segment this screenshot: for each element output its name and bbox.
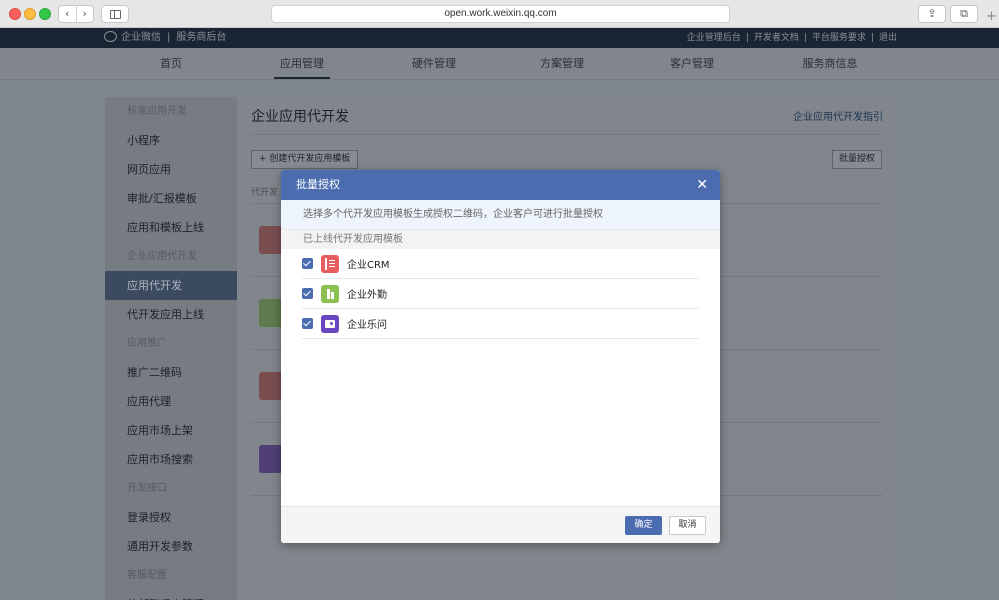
site-header: 企业微信 | 服务商后台 企业管理后台 | 开发者文档 | 平台服务要求 | 退出: [0, 28, 999, 48]
nav-item-provider-info[interactable]: 服务商信息: [790, 48, 870, 80]
address-bar[interactable]: open.work.weixin.qq.com: [271, 5, 730, 23]
sidebar-item-external-contacts[interactable]: 外部联系人管理: [105, 590, 237, 600]
brand-name: 企业微信: [121, 32, 161, 43]
browser-toolbar: ‹ › open.work.weixin.qq.com ⇪ ⧉ +: [0, 0, 999, 28]
header-links: 企业管理后台 | 开发者文档 | 平台服务要求 | 退出: [687, 31, 897, 45]
maximize-window-button[interactable]: [39, 8, 51, 20]
main-nav: 首页 应用管理 硬件管理 方案管理 客户管理 服务商信息: [0, 48, 999, 80]
create-template-button[interactable]: + 创建代开发应用模板: [251, 150, 359, 169]
brand-subtitle: 服务商后台: [176, 32, 227, 43]
sidebar-item-login-auth[interactable]: 登录授权: [105, 503, 237, 532]
sidebar-item-app-agent[interactable]: 应用代理: [105, 387, 237, 416]
checkbox-crm[interactable]: [302, 258, 313, 269]
dialog-description: 选择多个代开发应用模板生成授权二维码，企业客户可进行批量授权: [281, 200, 720, 230]
sidebar-group-custom-dev: 企业应用代开发: [127, 251, 197, 262]
sidebar-item-mini-program[interactable]: 小程序: [105, 126, 237, 155]
nav-item-home[interactable]: 首页: [131, 48, 211, 80]
close-window-button[interactable]: [9, 8, 21, 20]
guide-link[interactable]: 企业应用代开发指引: [793, 108, 883, 123]
sidebar-icon: [110, 10, 121, 19]
checkbox-field-work[interactable]: [302, 288, 313, 299]
sidebar-item-approval-template[interactable]: 审批/汇报模板: [105, 184, 237, 213]
batch-authorize-button[interactable]: 批量授权: [831, 150, 882, 169]
sidebar: 标准应用开发 小程序 网页应用 审批/汇报模板 应用和模板上线 企业应用代开发 …: [105, 97, 237, 600]
sidebar-item-qr-code[interactable]: 推广二维码: [105, 358, 237, 387]
field-work-icon: [321, 284, 339, 303]
sidebar-group-standard: 标准应用开发: [127, 106, 187, 117]
lewen-icon: [259, 445, 283, 473]
header-link-requirements[interactable]: 平台服务要求: [812, 33, 866, 43]
confirm-button[interactable]: 确定: [625, 516, 662, 535]
header-link-admin[interactable]: 企业管理后台: [687, 33, 741, 43]
sidebar-group-support: 客服配置: [127, 570, 167, 581]
sidebar-toggle-button[interactable]: [101, 5, 129, 23]
header-link-separator: |: [745, 33, 749, 43]
nav-item-app-management[interactable]: 应用管理: [262, 48, 342, 80]
header-link-docs[interactable]: 开发者文档: [754, 33, 799, 43]
batch-authorize-dialog: 批量授权 ✕ 选择多个代开发应用模板生成授权二维码，企业客户可进行批量授权 已上…: [281, 170, 720, 543]
new-tab-icon[interactable]: +: [986, 9, 997, 24]
table-column-header: 代开发: [251, 188, 279, 198]
header-link-logout[interactable]: 退出: [879, 33, 897, 43]
page-title: 企业应用代开发: [251, 109, 349, 125]
dialog-title: 批量授权: [296, 178, 340, 191]
nav-item-hardware[interactable]: 硬件管理: [394, 48, 474, 80]
forward-icon[interactable]: ›: [77, 6, 94, 22]
crm-icon: [321, 254, 339, 273]
divider: [251, 134, 883, 135]
minimize-window-button[interactable]: [24, 8, 36, 20]
dialog-footer: 确定 取消: [281, 506, 720, 543]
dialog-header: 批量授权 ✕: [281, 170, 720, 200]
header-link-separator: |: [803, 33, 807, 43]
list-item[interactable]: 企业乐问: [302, 309, 699, 339]
share-icon[interactable]: ⇪: [918, 5, 946, 23]
sidebar-item-custom-dev[interactable]: 应用代开发: [105, 271, 237, 300]
lewen-icon: [321, 314, 339, 333]
nav-item-solutions[interactable]: 方案管理: [522, 48, 602, 80]
app-name: 企业CRM: [347, 260, 390, 271]
back-icon[interactable]: ‹: [59, 6, 77, 22]
wework-logo-icon: [104, 31, 117, 42]
app-list: 企业CRM 企业外勤 企业乐问: [281, 249, 720, 339]
checkbox-lewen[interactable]: [302, 318, 313, 329]
list-item[interactable]: 企业外勤: [302, 279, 699, 309]
sidebar-item-custom-dev-launch[interactable]: 代开发应用上线: [105, 300, 237, 329]
sidebar-item-app-launch[interactable]: 应用和模板上线: [105, 213, 237, 242]
nav-item-customers[interactable]: 客户管理: [652, 48, 732, 80]
sidebar-item-dev-params[interactable]: 通用开发参数: [105, 532, 237, 561]
fingerprint-icon: [259, 372, 283, 400]
sidebar-group-dev-api: 开发接口: [127, 483, 167, 494]
app-name: 企业外勤: [347, 290, 387, 301]
app-name: 企业乐问: [347, 320, 387, 331]
field-work-icon: [259, 299, 283, 327]
brand-logo[interactable]: 企业微信 | 服务商后台: [104, 31, 226, 45]
header-link-separator: |: [870, 33, 874, 43]
history-nav: ‹ ›: [58, 5, 94, 23]
section-label: 已上线代开发应用模板: [281, 230, 720, 249]
close-icon[interactable]: ✕: [696, 170, 708, 200]
sidebar-item-web-app[interactable]: 网页应用: [105, 155, 237, 184]
cancel-button[interactable]: 取消: [669, 516, 706, 535]
crm-icon: [259, 226, 283, 254]
sidebar-item-market-listing[interactable]: 应用市场上架: [105, 416, 237, 445]
list-item[interactable]: 企业CRM: [302, 249, 699, 279]
sidebar-group-promotion: 应用推广: [127, 338, 167, 349]
sidebar-item-market-search[interactable]: 应用市场搜索: [105, 445, 237, 474]
tabs-icon[interactable]: ⧉: [950, 5, 978, 23]
brand-separator: |: [167, 32, 171, 43]
